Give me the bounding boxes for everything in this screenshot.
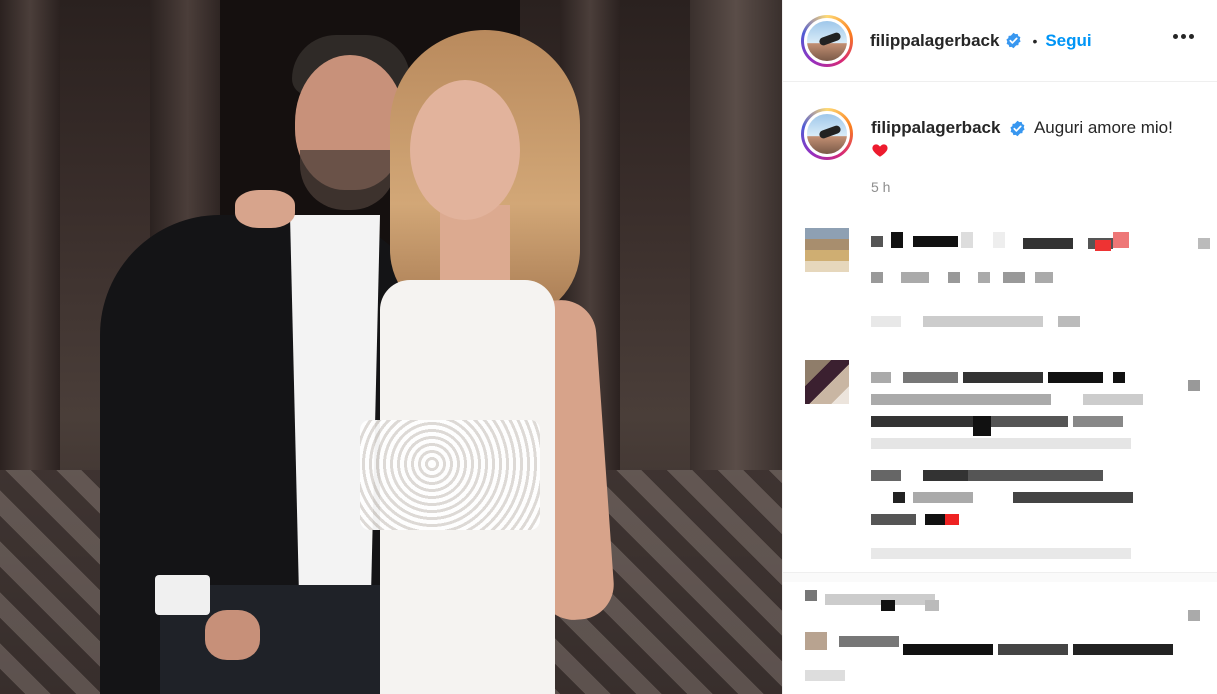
- woman-lace: [360, 420, 540, 530]
- follow-button[interactable]: Segui: [1045, 31, 1091, 51]
- woman-face: [410, 80, 520, 220]
- author-avatar[interactable]: [801, 14, 853, 67]
- photo-column: [690, 0, 782, 470]
- avatar-image: [804, 17, 850, 64]
- comment-avatar[interactable]: [805, 360, 849, 404]
- verified-badge-icon: [1009, 120, 1026, 137]
- caption: filippalagerback Auguri amore mio!: [801, 108, 1211, 164]
- man-cuff: [155, 575, 210, 615]
- comment-avatar[interactable]: [805, 228, 849, 272]
- avatar-image: [804, 111, 850, 157]
- woman-hand: [235, 190, 295, 228]
- separator-dot: •: [1032, 32, 1038, 49]
- more-options-icon[interactable]: [1165, 22, 1201, 50]
- man-shirt: [290, 215, 380, 595]
- post-side-panel: filippalagerback • Segui filippalagerbac…: [782, 0, 1217, 694]
- post-timestamp[interactable]: 5 h: [871, 179, 890, 195]
- caption-text-block: filippalagerback Auguri amore mio!: [871, 108, 1211, 164]
- caption-message: Auguri amore mio!: [1033, 118, 1173, 137]
- photo-column: [0, 0, 60, 470]
- verified-badge-icon: [1005, 32, 1022, 49]
- caption-avatar[interactable]: [801, 108, 853, 160]
- post-header: filippalagerback • Segui: [783, 0, 1217, 82]
- post-photo[interactable]: [0, 0, 782, 694]
- red-heart-icon: [871, 141, 889, 159]
- man-hand: [205, 610, 260, 660]
- author-username[interactable]: filippalagerback: [870, 31, 999, 51]
- caption-username[interactable]: filippalagerback: [871, 118, 1000, 137]
- comments-divider: [783, 572, 1217, 582]
